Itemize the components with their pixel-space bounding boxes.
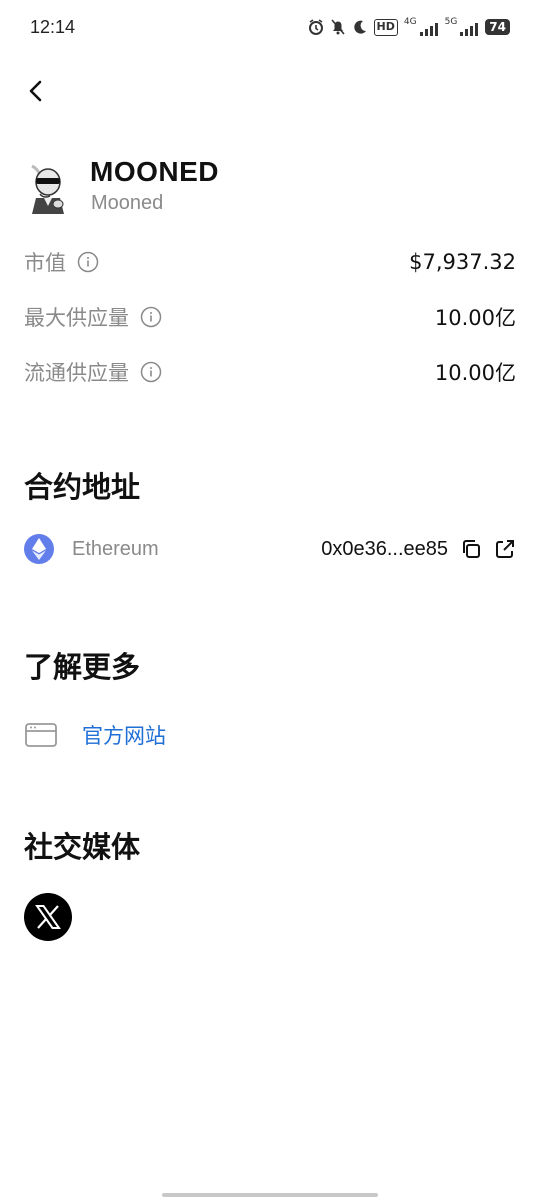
section-title-learn-more: 了解更多 [24,650,141,684]
status-bar: 12:14 HD 4G 5G 74 [0,0,540,58]
moon-icon [352,18,368,36]
status-icons: HD 4G 5G 74 [308,18,510,36]
token-logo [24,160,74,216]
mute-icon [330,18,346,36]
home-indicator [162,1193,378,1197]
section-title-social: 社交媒体 [24,830,141,864]
stat-label: 最大供应量 [24,306,129,330]
info-icon[interactable] [77,251,99,273]
network-5g-label: 5G [444,17,458,27]
section-title-contract: 合约地址 [24,470,141,504]
ethereum-icon [24,534,54,564]
chevron-left-icon [29,80,42,102]
stat-label: 市值 [24,251,66,275]
status-time: 12:14 [30,17,76,37]
stat-value: 10.00亿 [434,306,516,330]
contract-row: Ethereum 0x0e36...ee85 [24,532,516,566]
official-website-link[interactable]: 官方网站 [24,720,166,750]
stat-value: 10.00亿 [434,361,516,385]
stat-row-max-supply: 最大供应量 10.00亿 [24,300,516,334]
x-social-button[interactable] [24,893,72,941]
token-symbol: MOONED [90,156,219,187]
info-icon[interactable] [140,306,162,328]
token-name: Mooned [91,192,164,214]
browser-icon [25,723,57,747]
stat-label: 流通供应量 [24,361,129,385]
alarm-icon [308,18,324,36]
stat-row-circulating-supply: 流通供应量 10.00亿 [24,355,516,389]
info-icon[interactable] [140,361,162,383]
copy-icon[interactable] [460,538,482,560]
battery-icon: 74 [485,19,510,35]
back-button[interactable] [22,76,52,106]
external-link-icon[interactable] [494,538,516,560]
chain-name: Ethereum [72,537,159,560]
stat-row-market-cap: 市值 $7,937.32 [24,245,516,279]
stat-value: $7,937.32 [409,250,516,274]
official-website-label: 官方网站 [82,724,166,748]
contract-address: 0x0e36...ee85 [321,537,448,560]
network-4g-label: 4G [403,17,417,27]
hd-icon: HD [373,18,398,36]
x-icon [35,905,61,929]
5g-signal-icon: 5G [445,18,480,36]
4g-signal-icon: 4G [404,18,439,36]
hd-label: HD [376,19,395,33]
